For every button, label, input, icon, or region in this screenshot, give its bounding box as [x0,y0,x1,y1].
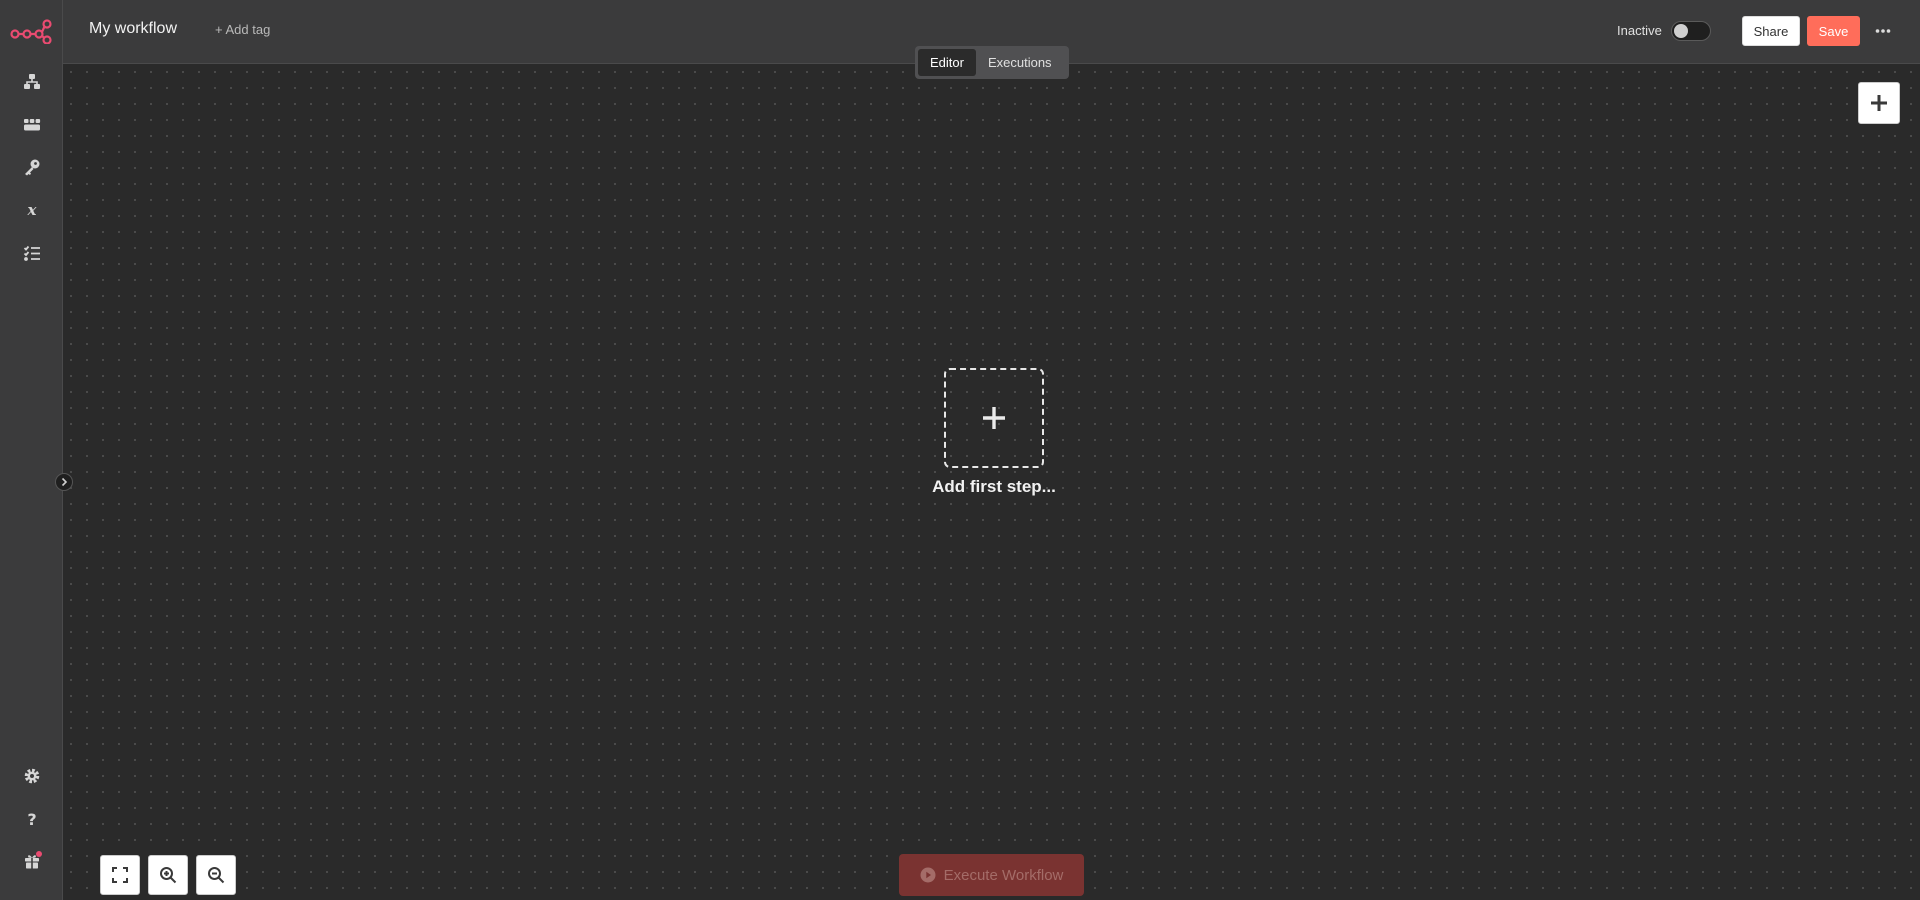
tab-editor[interactable]: Editor [918,49,976,76]
variables-icon: x [26,201,37,219]
plus-icon [983,407,1005,429]
app-root: x ? My workflow + Add tag Inactive Share… [0,0,1920,900]
sidebar-item-help[interactable]: ? [0,801,63,837]
save-button[interactable]: Save [1807,16,1860,46]
execute-workflow-label: Execute Workflow [943,866,1064,884]
workflows-icon [23,74,40,89]
sidebar-item-variables[interactable]: x [0,192,63,228]
svg-text:?: ? [27,810,36,828]
fullscreen-icon [112,867,128,883]
active-state-label: Inactive [1617,23,1662,38]
sidebar-item-settings[interactable] [0,758,63,794]
execute-workflow-button[interactable]: Execute Workflow [899,854,1084,896]
workflow-name[interactable]: My workflow [89,20,177,38]
executions-icon [23,245,40,261]
add-first-step-button[interactable] [944,368,1044,468]
view-tabs: Editor Executions [915,46,1069,79]
add-tag-button[interactable]: + Add tag [215,22,270,37]
zoom-in-icon [160,867,177,884]
add-first-step-label[interactable]: Add first step... [900,477,1088,497]
zoom-out-icon [208,867,225,884]
notification-dot [36,851,42,857]
plus-icon [1871,95,1887,111]
tab-executions[interactable]: Executions [976,49,1064,76]
help-icon: ? [27,810,36,828]
more-options-button[interactable] [1871,20,1895,42]
play-circle-icon [920,867,936,883]
zoom-out-button[interactable] [196,855,236,895]
zoom-to-fit-button[interactable] [100,855,140,895]
settings-icon [24,768,39,784]
sidebar-collapse-toggle[interactable] [55,473,73,491]
n8n-logo-icon[interactable] [10,18,52,44]
share-button[interactable]: Share [1742,16,1800,46]
sidebar-item-executions[interactable] [0,235,63,271]
active-toggle[interactable] [1671,21,1711,41]
templates-icon [23,119,40,131]
more-horizontal-icon [1875,29,1891,33]
toggle-knob [1674,24,1688,38]
svg-text:x: x [26,201,37,219]
credentials-icon [24,159,39,176]
zoom-in-button[interactable] [148,855,188,895]
chevron-right-icon [61,477,68,487]
sidebar-item-whats-new[interactable] [0,843,63,879]
open-nodes-panel-button[interactable] [1858,82,1900,124]
sidebar-item-credentials[interactable] [0,149,63,185]
sidebar-item-templates[interactable] [0,107,63,143]
sidebar: x ? [0,0,63,900]
sidebar-item-workflows[interactable] [0,64,63,100]
